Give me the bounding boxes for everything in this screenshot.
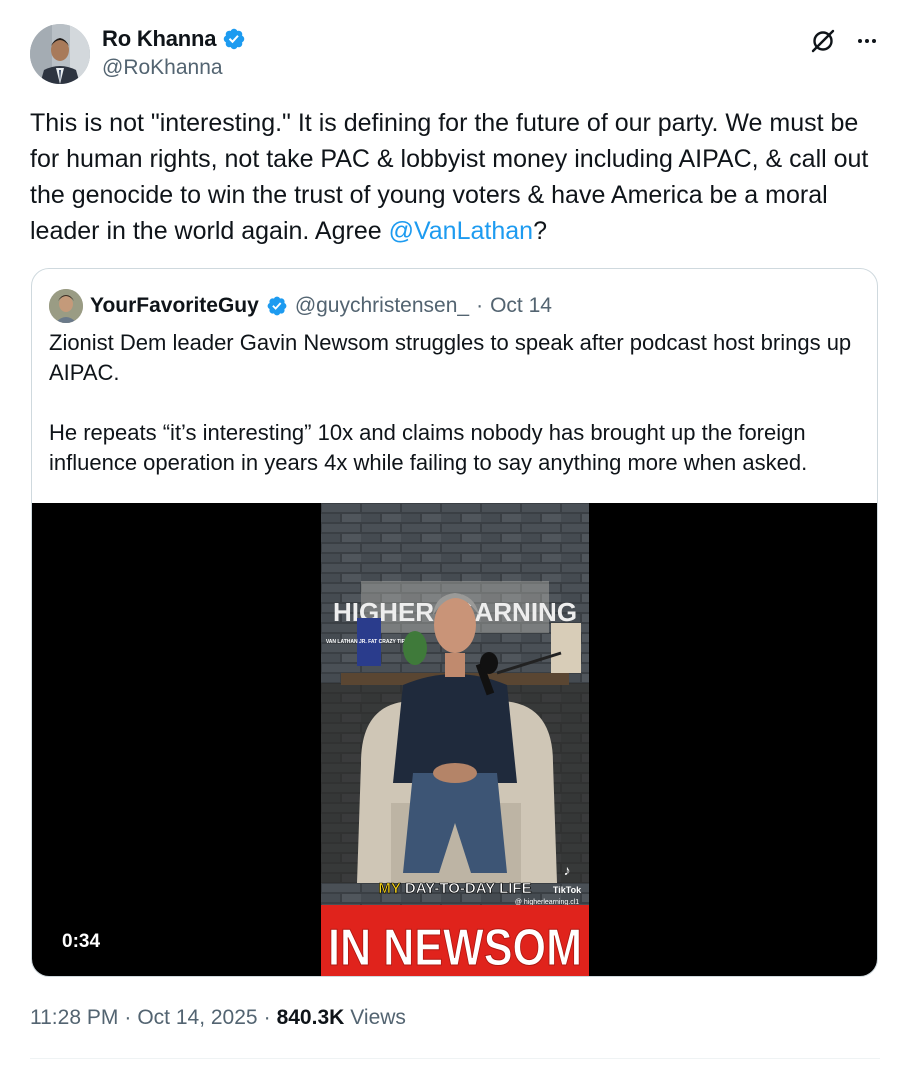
quoted-author-handle[interactable]: @guychristensen_	[295, 294, 469, 318]
caption-prefix: MY	[378, 880, 401, 897]
tiktok-handle: @ higherlearning.cl1	[515, 899, 579, 906]
quoted-date[interactable]: Oct 14	[490, 294, 552, 318]
tiktok-icon: ♪	[564, 862, 571, 878]
author-avatar[interactable]	[30, 24, 90, 84]
quoted-tweet-header: YourFavoriteGuy @guychristensen_ · Oct 1…	[49, 289, 552, 323]
tiktok-label: TikTok	[553, 885, 582, 895]
views-count: 840.3K	[276, 1006, 345, 1029]
mention-link[interactable]: @VanLathan	[389, 217, 533, 245]
quoted-tweet[interactable]: YourFavoriteGuy @guychristensen_ · Oct 1…	[31, 268, 878, 977]
author-name-row: Ro Khanna	[102, 26, 246, 52]
video-player[interactable]: HIGHER LEARNING VAN LATHAN JR. FAT CRAZY…	[32, 503, 877, 977]
quoted-separator: ·	[476, 294, 484, 317]
author-display-name[interactable]: Ro Khanna	[102, 26, 217, 52]
book-cover: VAN LATHAN JR. FAT CRAZY TIRED	[326, 639, 413, 645]
grok-icon[interactable]	[810, 28, 836, 54]
more-icon[interactable]	[854, 28, 880, 54]
caption-rest: DAY-TO-DAY LIFE	[405, 880, 532, 897]
tweet-text-end: ?	[533, 217, 547, 245]
author-avatar-image	[30, 24, 90, 84]
tweet-time[interactable]: 11:28 PM	[30, 1006, 118, 1030]
quoted-author-name[interactable]: YourFavoriteGuy	[90, 294, 259, 318]
views-label: Views	[350, 1006, 406, 1029]
meta-separator: ·	[124, 1006, 132, 1029]
quoted-author-avatar[interactable]	[49, 289, 83, 323]
tweet-header: Ro Khanna @RoKhanna	[30, 24, 880, 86]
verified-badge-icon	[224, 28, 245, 50]
verified-badge-icon	[267, 296, 287, 316]
quoted-paragraph-2: He repeats “it’s interesting” 10x and cl…	[49, 420, 808, 475]
video-frame: HIGHER LEARNING VAN LATHAN JR. FAT CRAZY…	[321, 503, 589, 977]
meta-separator: ·	[263, 1006, 271, 1029]
author-handle[interactable]: @RoKhanna	[102, 56, 223, 80]
video-thumbnail: HIGHER LEARNING VAN LATHAN JR. FAT CRAZY…	[321, 503, 589, 977]
quoted-tweet-text: Zionist Dem leader Gavin Newsom struggle…	[49, 328, 864, 478]
tweet-meta: 11:28 PM · Oct 14, 2025 · 840.3K Views	[30, 1006, 406, 1030]
tweet-date[interactable]: Oct 14, 2025	[137, 1006, 257, 1030]
video-duration: 0:34	[62, 931, 101, 952]
divider	[30, 1058, 880, 1059]
quoted-paragraph-1: Zionist Dem leader Gavin Newsom struggle…	[49, 330, 852, 385]
tweet-text: This is not "interesting." It is definin…	[30, 105, 880, 249]
video-banner: IN NEWSOM	[328, 919, 582, 977]
